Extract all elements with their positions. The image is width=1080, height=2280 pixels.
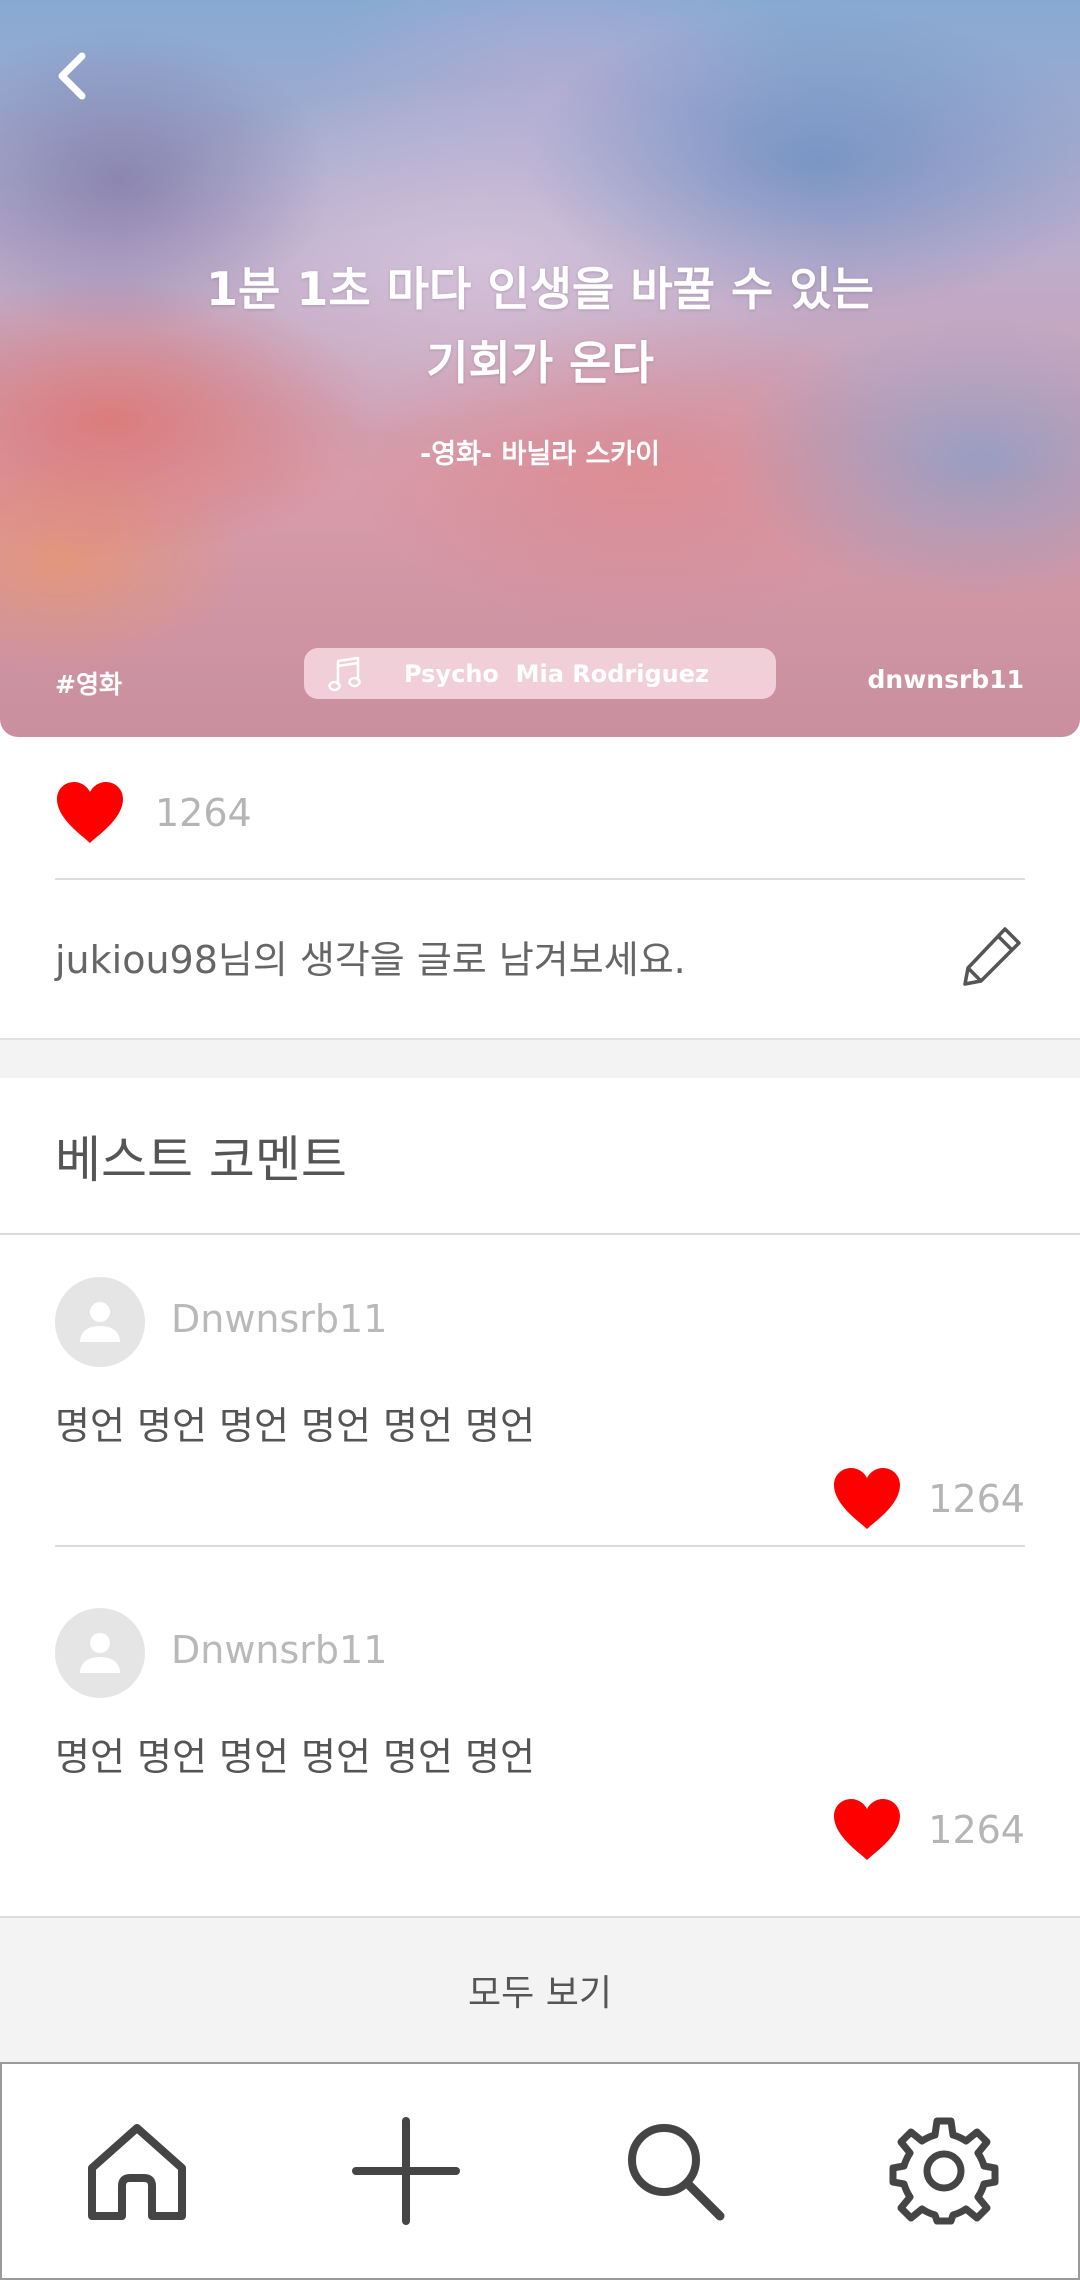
avatar[interactable] — [55, 1608, 145, 1698]
comment-like: 1264 — [832, 1467, 1025, 1531]
post-like-row: 1264 — [55, 778, 252, 848]
search-icon — [627, 2124, 724, 2221]
plus-icon — [351, 2117, 460, 2225]
quote-line-1: 1분 1초 마다 인생을 바꿀 수 있는 — [206, 262, 874, 316]
pencil-icon[interactable] — [959, 923, 1025, 989]
write-comment-prompt[interactable]: jukiou98님의 생각을 글로 남겨보세요. — [55, 929, 686, 984]
comment-item: Dnwnsrb11 명언 명언 명언 명언 명언 명언 1264 — [55, 1608, 1025, 1908]
section-separator — [0, 1038, 1080, 1078]
author-name[interactable]: dnwnsrb11 — [868, 665, 1024, 694]
comment-text: 명언 명언 명언 명언 명언 명언 — [55, 1404, 535, 1448]
hero-quote-card: 1분 1초 마다 인생을 바꿀 수 있는 기회가 온다 -영화- 바닐라 스카이… — [0, 0, 1080, 737]
user-icon — [80, 1302, 120, 1342]
post-like-count: 1264 — [155, 791, 252, 835]
quote-text: 1분 1초 마다 인생을 바꿀 수 있는 기회가 온다 — [0, 252, 1080, 400]
divider — [0, 1233, 1080, 1235]
hashtag-tag[interactable]: #영화 — [55, 665, 122, 701]
back-button[interactable] — [50, 46, 94, 106]
music-player-pill[interactable]: Psycho Mia Rodriguez — [304, 648, 776, 699]
nav-home[interactable] — [82, 2116, 192, 2226]
see-all-button[interactable]: 모두 보기 — [0, 1916, 1080, 2062]
music-note-icon — [328, 656, 361, 691]
chevron-left-icon — [58, 52, 86, 100]
bottom-navigation — [0, 2062, 1080, 2280]
comment-username[interactable]: Dnwnsrb11 — [171, 1297, 387, 1341]
heart-icon[interactable] — [55, 781, 125, 845]
user-icon — [80, 1633, 120, 1673]
divider — [55, 1545, 1025, 1547]
music-title: Psycho Mia Rodriguez — [404, 659, 709, 688]
quote-source: -영화- 바닐라 스카이 — [420, 439, 660, 470]
comment-like-count: 1264 — [928, 1808, 1025, 1852]
nav-add[interactable] — [351, 2116, 461, 2226]
quote-line-2: 기회가 온다 — [426, 336, 654, 390]
heart-icon[interactable] — [832, 1798, 902, 1862]
gear-icon — [889, 2117, 998, 2225]
divider — [55, 878, 1025, 880]
nav-settings[interactable] — [889, 2116, 999, 2226]
comment-username[interactable]: Dnwnsrb11 — [171, 1628, 387, 1672]
comment-like-count: 1264 — [928, 1477, 1025, 1521]
home-icon — [87, 2124, 186, 2220]
avatar[interactable] — [55, 1277, 145, 1367]
comment-like: 1264 — [832, 1798, 1025, 1862]
heart-icon[interactable] — [832, 1467, 902, 1531]
comment-text: 명언 명언 명언 명언 명언 명언 — [55, 1735, 535, 1779]
comment-item: Dnwnsrb11 명언 명언 명언 명언 명언 명언 1264 — [55, 1277, 1025, 1577]
best-comments-title: 베스트 코멘트 — [55, 1131, 347, 1189]
write-comment-row[interactable]: jukiou98님의 생각을 글로 남겨보세요. — [55, 920, 1025, 992]
nav-search[interactable] — [620, 2116, 730, 2226]
